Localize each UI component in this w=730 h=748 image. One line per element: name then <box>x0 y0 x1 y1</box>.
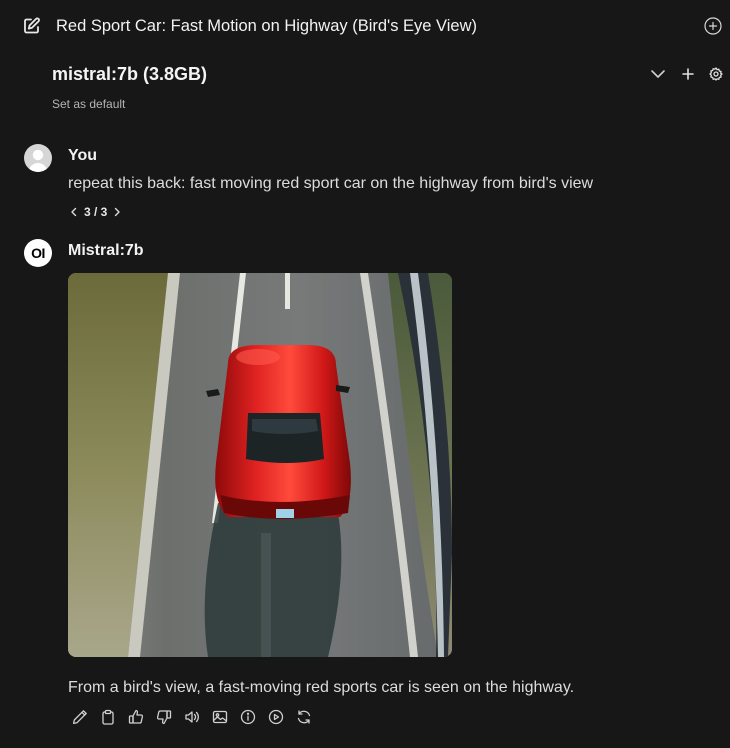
play-icon[interactable] <box>268 709 284 725</box>
assistant-avatar: OI <box>24 239 52 267</box>
generated-image[interactable] <box>68 273 452 657</box>
gear-icon[interactable] <box>709 67 723 81</box>
assistant-message-text: From a bird's view, a fast-moving red sp… <box>68 679 575 696</box>
chevron-right-icon[interactable] <box>111 206 123 218</box>
set-default-button[interactable]: Set as default <box>52 97 125 111</box>
info-icon[interactable] <box>240 709 256 725</box>
thumbs-up-icon[interactable] <box>128 709 144 725</box>
pager-count: 3 / 3 <box>84 205 108 219</box>
user-message-text: repeat this back: fast moving red sport … <box>68 175 594 192</box>
thumbs-down-icon[interactable] <box>156 709 172 725</box>
chevron-down-icon[interactable] <box>650 67 666 81</box>
chat-title: Red Sport Car: Fast Motion on Highway (B… <box>56 17 478 35</box>
speaker-icon[interactable] <box>184 709 200 725</box>
message-action-bar <box>72 709 312 725</box>
red-sports-car <box>206 345 351 519</box>
image-icon[interactable] <box>212 709 228 725</box>
new-chat-icon[interactable] <box>704 17 722 35</box>
model-selector[interactable]: mistral:7b (3.8GB) <box>52 63 207 85</box>
regenerate-icon[interactable] <box>296 709 312 725</box>
assistant-avatar-text: OI <box>31 245 45 261</box>
user-sender-name: You <box>68 147 98 164</box>
edit-chat-icon[interactable] <box>23 17 41 35</box>
assistant-sender-name: Mistral:7b <box>68 242 144 259</box>
add-model-icon[interactable] <box>681 67 695 81</box>
user-avatar <box>24 144 52 172</box>
chevron-left-icon[interactable] <box>68 206 80 218</box>
edit-icon[interactable] <box>72 709 88 725</box>
message-pager: 3 / 3 <box>68 204 123 220</box>
copy-icon[interactable] <box>100 709 116 725</box>
